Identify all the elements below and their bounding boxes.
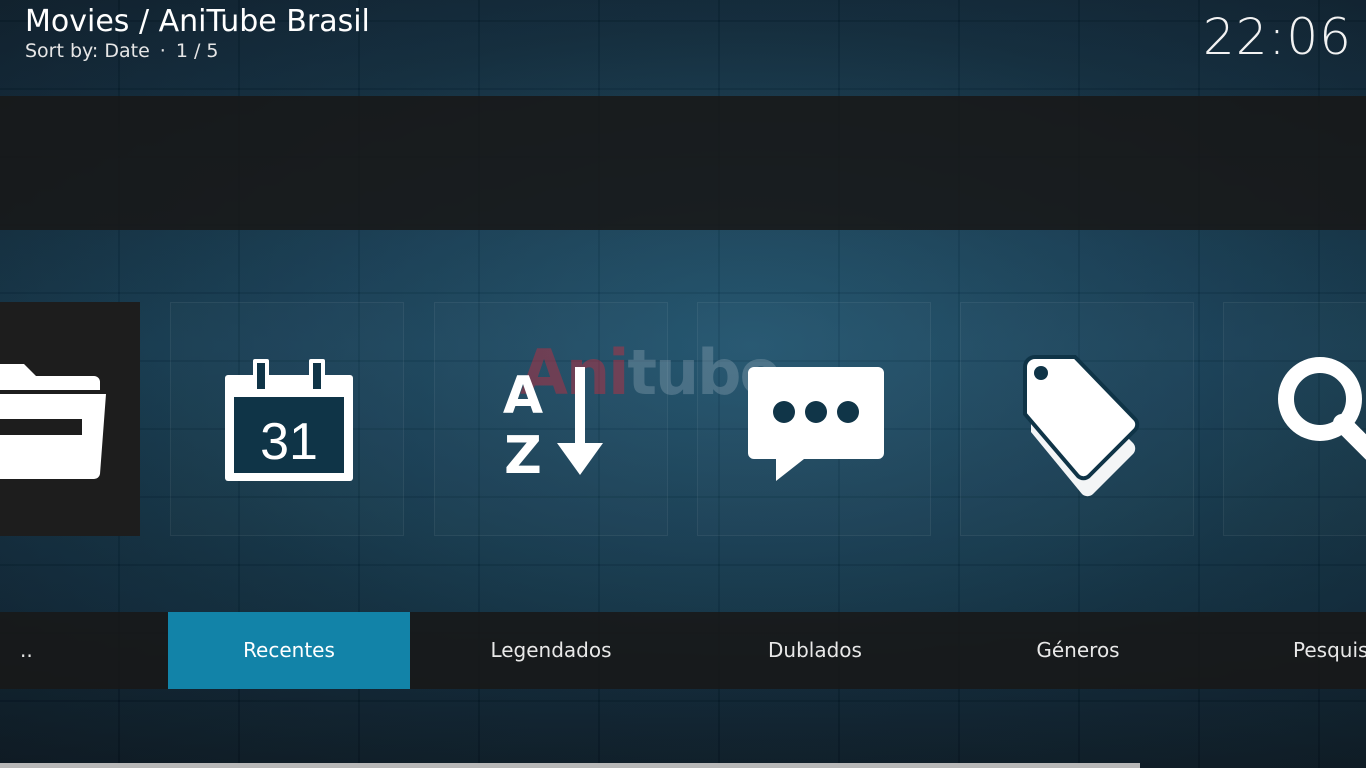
label-generos[interactable]: Géneros (957, 612, 1199, 689)
clock: 22:06 (1202, 8, 1352, 66)
tags-icon (1023, 355, 1140, 497)
page-counter: 1 / 5 (175, 40, 219, 62)
calendar-icon: 31 (225, 359, 353, 481)
speech-bubble-icon (748, 367, 884, 481)
sort-label: Sort by: Date (25, 40, 150, 62)
tile-recentes[interactable]: 31 (170, 302, 404, 536)
calendar-day: 31 (260, 413, 318, 471)
label-pesquisa[interactable]: Pesquis (1263, 612, 1366, 689)
tile-pesquisa[interactable] (1223, 302, 1366, 536)
folder-back-icon (0, 364, 106, 480)
label-parent-folder[interactable]: .. (0, 612, 160, 689)
letter-a: A (503, 366, 543, 426)
page-title: Movies / AniTube Brasil (25, 4, 370, 39)
letter-z: Z (504, 426, 542, 486)
tile-generos[interactable] (960, 302, 1194, 536)
label-dublados[interactable]: Dublados (694, 612, 936, 689)
label-recentes[interactable]: Recentes (168, 612, 410, 689)
sort-info: Sort by: Date · 1 / 5 (25, 40, 219, 62)
label-legendados[interactable]: Legendados (430, 612, 672, 689)
search-icon (1278, 357, 1366, 460)
kodi-window: Anitube Movies / AniTube Brasil Sort by:… (0, 0, 1366, 768)
horizontal-scrollbar[interactable] (0, 763, 1140, 768)
tile-dublados[interactable] (697, 302, 931, 536)
sort-az-icon: A Z (503, 366, 603, 486)
info-panel (0, 96, 1366, 230)
tile-legendados[interactable]: A Z (434, 302, 668, 536)
tile-parent-folder[interactable] (0, 302, 140, 536)
